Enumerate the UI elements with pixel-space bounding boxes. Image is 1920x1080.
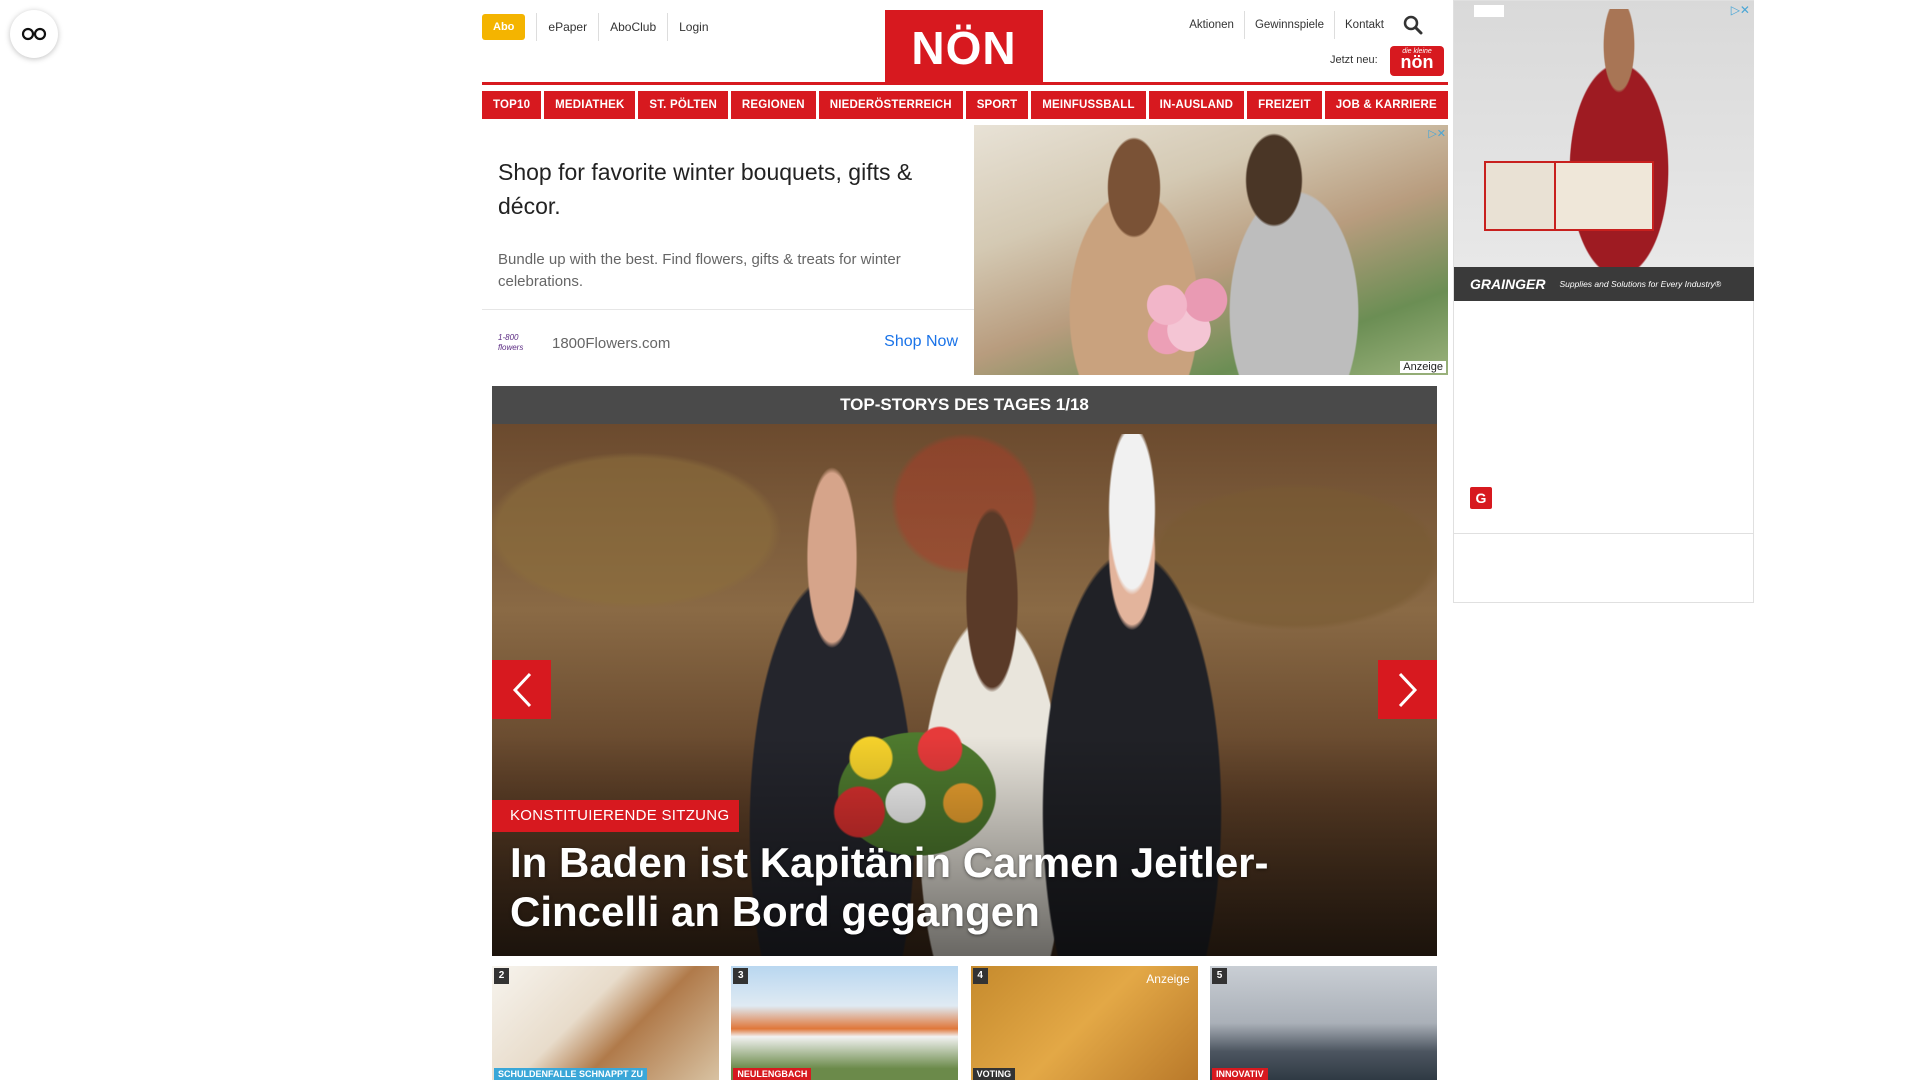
- main-nav: TOP10 MEDIATHEK ST. PÖLTEN REGIONEN NIED…: [482, 91, 1448, 119]
- hero-title[interactable]: In Baden ist Kapitänin Carmen Jeitler-Ci…: [510, 838, 1410, 936]
- side-ad-image[interactable]: ▷✕: [1454, 1, 1754, 267]
- chevron-right-icon: [1398, 672, 1417, 707]
- thumb-number: 5: [1211, 968, 1227, 984]
- gewinnspiele-link[interactable]: Gewinnspiele: [1245, 11, 1335, 39]
- thumb-kicker: NEULENGBACH: [733, 1068, 812, 1080]
- side-ad-bar: GRAINGER Supplies and Solutions for Ever…: [1454, 267, 1754, 301]
- badge-script: die kleine: [1402, 48, 1432, 55]
- thumb-number: 3: [733, 968, 749, 984]
- nav-item-mediathek[interactable]: MEDIATHEK: [544, 91, 636, 119]
- jetzt-neu-label: Jetzt neu:: [1330, 54, 1378, 66]
- aktionen-link[interactable]: Aktionen: [1179, 11, 1245, 39]
- chevron-left-icon: [512, 672, 531, 707]
- kontakt-link[interactable]: Kontakt: [1335, 11, 1394, 39]
- carousel-prev-button[interactable]: [492, 660, 551, 719]
- site-logo[interactable]: NÖN: [885, 10, 1043, 84]
- nav-item-st-poelten[interactable]: ST. PÖLTEN: [638, 91, 728, 119]
- story-thumbnails: 2 SCHULDENFALLE SCHNAPPT ZU 3 NEULENGBAC…: [492, 966, 1437, 1080]
- thumb-kicker: VOTING: [972, 1068, 1016, 1080]
- ad-brand[interactable]: 1-800 flowers 1800Flowers.com: [498, 333, 670, 353]
- aboclub-link[interactable]: AboClub: [599, 13, 669, 41]
- shop-now-button[interactable]: Shop Now: [884, 333, 958, 351]
- side-ad-label-box: [1474, 5, 1504, 17]
- ad-title[interactable]: Shop for favorite winter bouquets, gifts…: [498, 155, 968, 223]
- abo-button[interactable]: Abo: [482, 14, 526, 40]
- side-ad[interactable]: ▷✕ GRAINGER Supplies and Solutions for E…: [1453, 0, 1754, 603]
- nav-item-in-ausland[interactable]: IN-AUSLAND: [1148, 91, 1245, 119]
- right-links: Aktionen Gewinnspiele Kontakt: [1179, 11, 1424, 39]
- thumb-number: 2: [494, 968, 509, 984]
- login-link[interactable]: Login: [668, 13, 719, 41]
- side-ad-box: [1554, 161, 1654, 231]
- header-divider: [482, 82, 1448, 85]
- story-thumb-3[interactable]: 3 NEULENGBACH: [731, 966, 959, 1080]
- ad-divider: [482, 309, 974, 310]
- story-thumb-5[interactable]: 5 INNOVATIV: [1209, 966, 1437, 1080]
- adchoices-icon[interactable]: ▷✕: [1731, 3, 1750, 17]
- nav-item-meinfussball[interactable]: MEINFUSSBALL: [1031, 91, 1146, 119]
- reader-mode-button[interactable]: [10, 10, 58, 58]
- nav-item-top10[interactable]: TOP10: [482, 91, 542, 119]
- flowers-logo: 1-800 flowers: [498, 333, 524, 352]
- ad-description: Bundle up with the best. Find flowers, g…: [498, 251, 901, 290]
- adchoices-icon[interactable]: ▷✕: [1428, 127, 1446, 140]
- kleine-noen-badge[interactable]: die kleine nön: [1390, 46, 1444, 76]
- story-thumb-2[interactable]: 2 SCHULDENFALLE SCHNAPPT ZU: [492, 966, 719, 1080]
- epaper-link[interactable]: ePaper: [536, 13, 600, 41]
- search-icon[interactable]: [1402, 14, 1424, 36]
- ad-brand-name: 1800Flowers.com: [552, 334, 671, 352]
- nav-item-job-karriere[interactable]: JOB & KARRIERE: [1324, 91, 1448, 119]
- top-stories-heading: TOP-STORYS DES TAGES 1/18: [492, 386, 1437, 424]
- hero-kicker: KONSTITUIERENDE SITZUNG: [492, 800, 740, 832]
- carousel-next-button[interactable]: [1378, 660, 1437, 719]
- anzeige-label: Anzeige: [1400, 361, 1446, 373]
- nav-item-freizeit[interactable]: FREIZEIT: [1247, 91, 1322, 119]
- nav-item-niederoesterreich[interactable]: NIEDERÖSTERREICH: [818, 91, 963, 119]
- nav-item-sport[interactable]: SPORT: [965, 91, 1029, 119]
- hero-story[interactable]: KONSTITUIERENDE SITZUNG In Baden ist Kap…: [492, 424, 1437, 956]
- top-links: Abo ePaper AboClub Login: [482, 13, 720, 41]
- nav-item-regionen[interactable]: REGIONEN: [730, 91, 816, 119]
- glasses-icon: [21, 27, 47, 41]
- grainger-tagline: Supplies and Solutions for Every Industr…: [1559, 279, 1722, 289]
- thumb-anzeige: Anzeige: [1146, 972, 1190, 986]
- ad-photo-bouquet: [1134, 265, 1244, 365]
- thumb-kicker: SCHULDENFALLE SCHNAPPT ZU: [494, 1068, 648, 1080]
- grainger-logo: GRAINGER: [1470, 276, 1546, 292]
- banner-ad[interactable]: Shop for favorite winter bouquets, gifts…: [482, 125, 1448, 375]
- ad-image[interactable]: ▷✕ Anzeige: [974, 125, 1448, 375]
- ad-text-panel[interactable]: Shop for favorite winter bouquets, gifts…: [482, 125, 974, 375]
- thumb-kicker: INNOVATIV: [1211, 1068, 1268, 1080]
- thumb-number: 4: [972, 968, 988, 984]
- story-thumb-4[interactable]: 4 Anzeige VOTING: [970, 966, 1198, 1080]
- ad-network-icon[interactable]: G: [1470, 487, 1492, 509]
- side-ad-divider: [1454, 533, 1753, 534]
